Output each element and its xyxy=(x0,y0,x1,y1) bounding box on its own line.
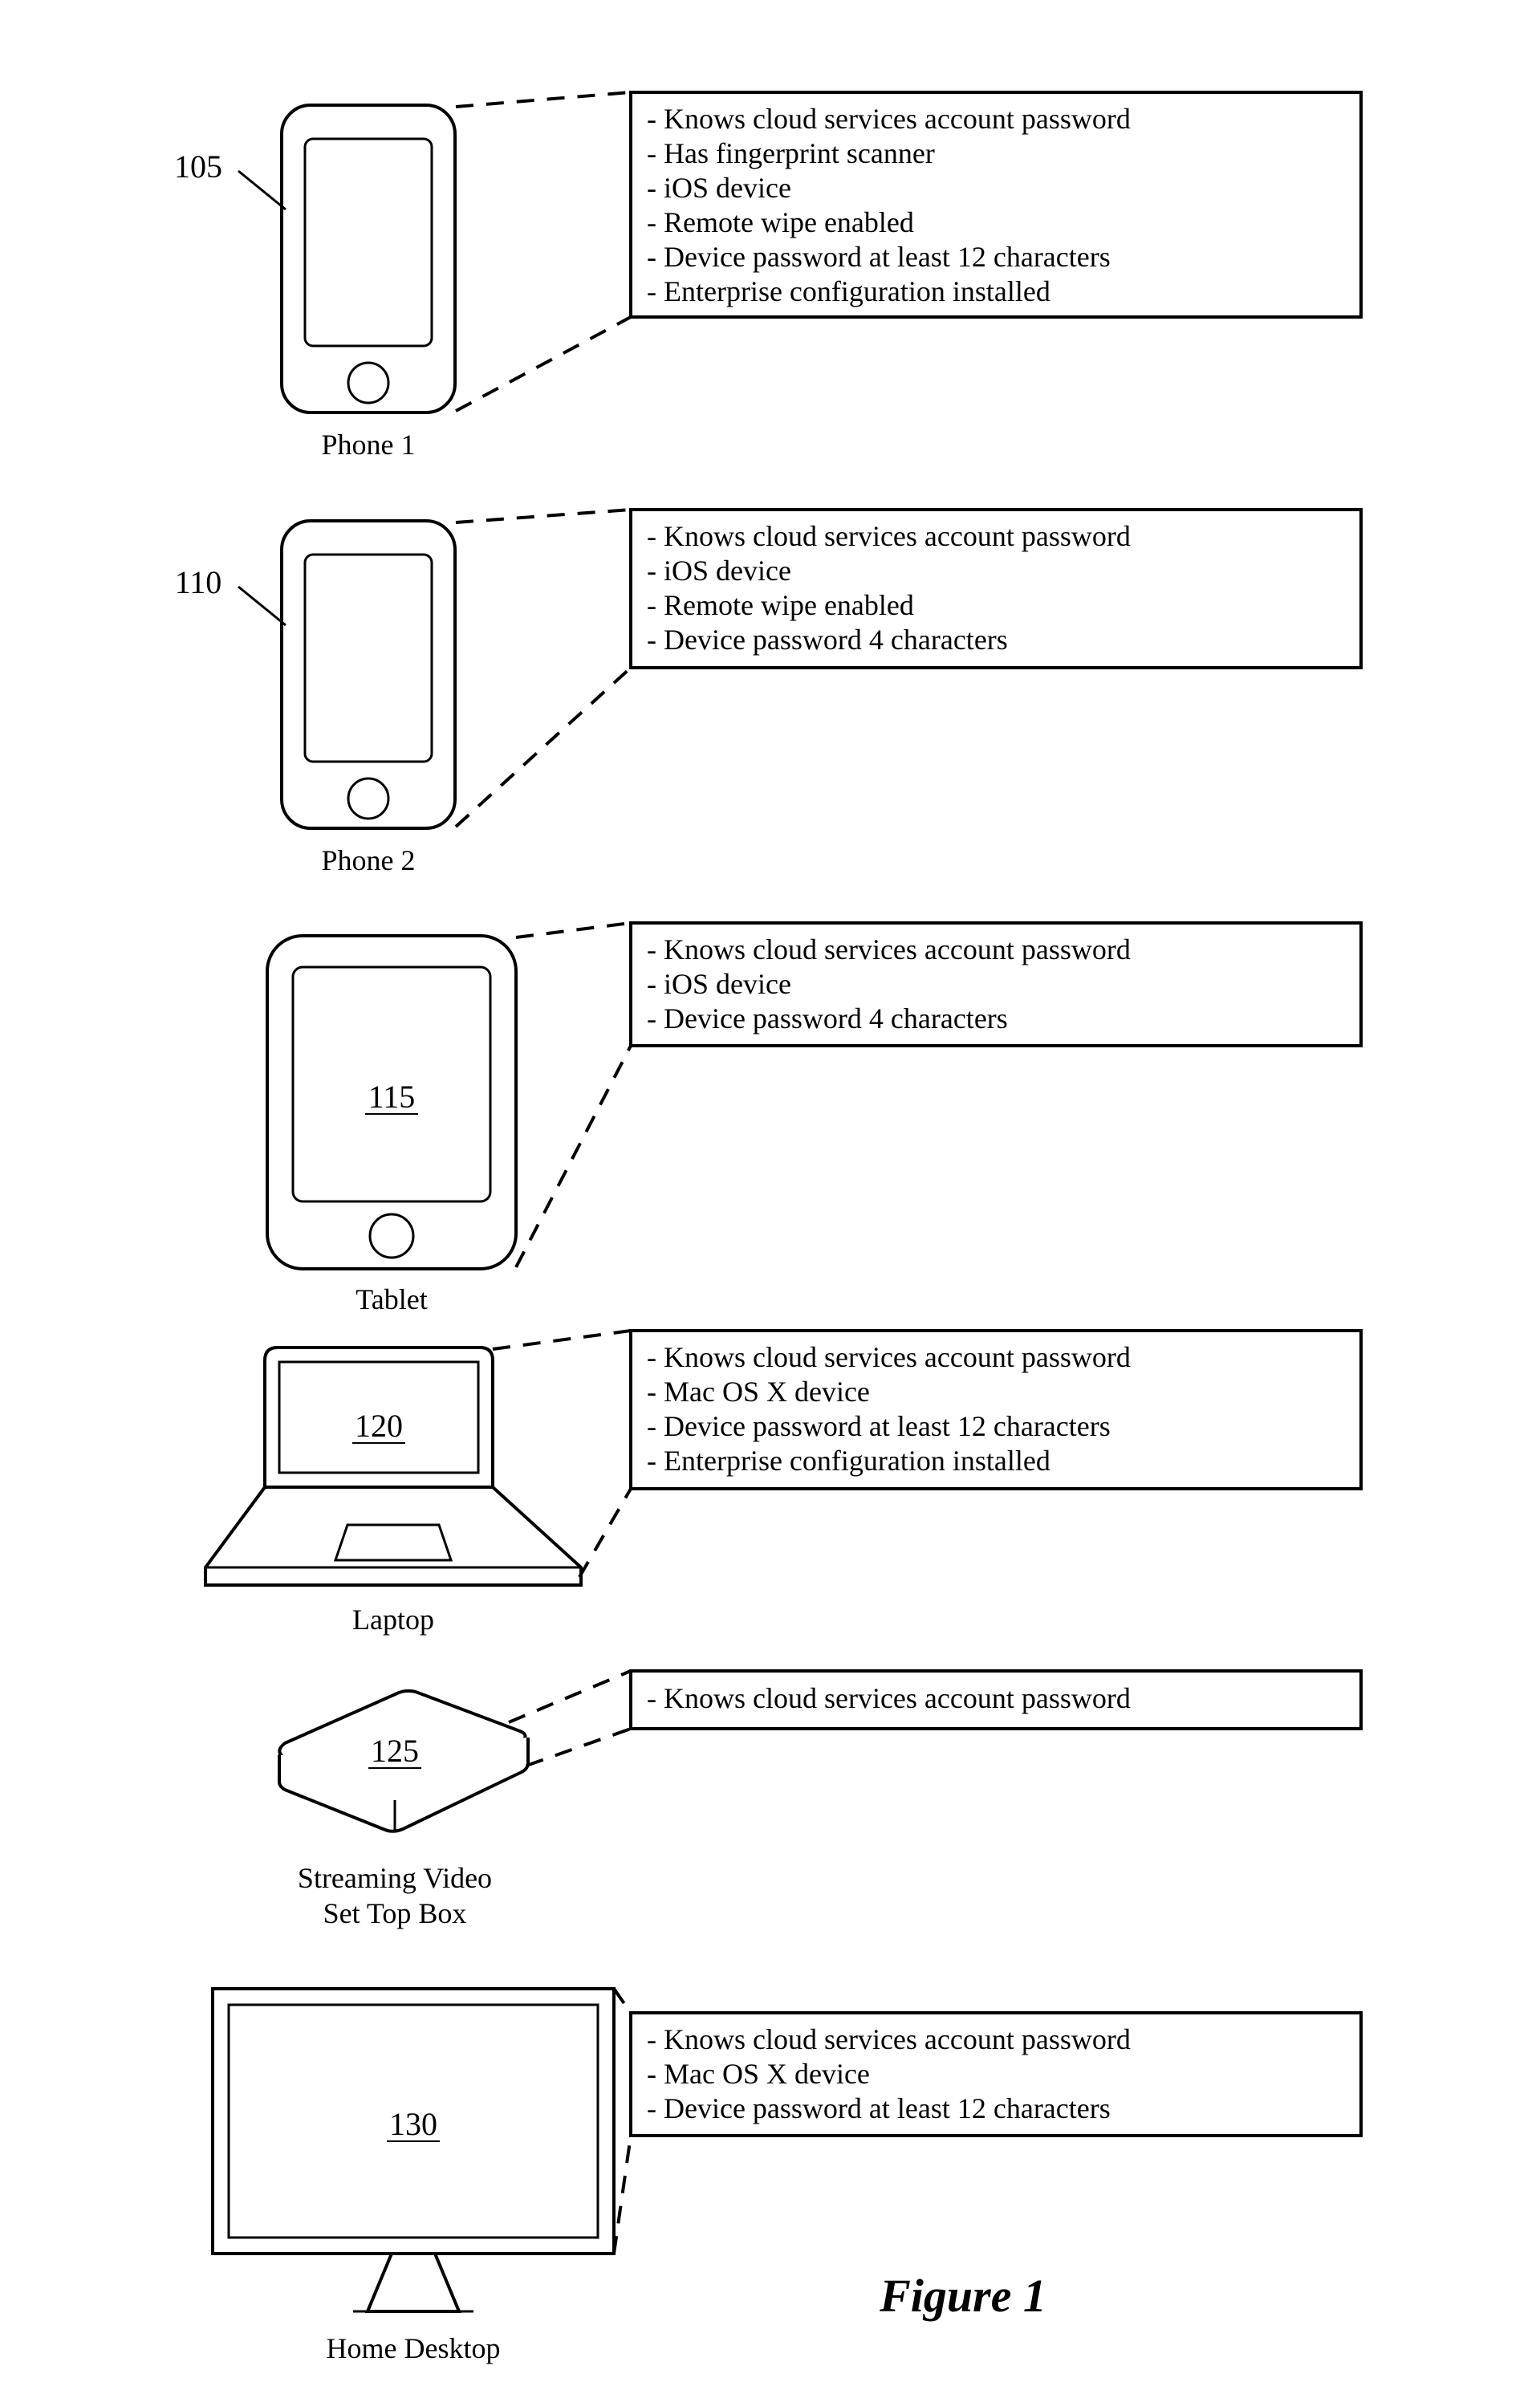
svg-text:- Device password at least 12: - Device password at least 12 characters xyxy=(647,2092,1111,2124)
figure-title: Figure 1 xyxy=(879,2270,1046,2322)
device-desktop: 130 Home Desktop xyxy=(213,1989,614,2364)
svg-text:- Knows cloud services account: - Knows cloud services account password xyxy=(647,2023,1131,2055)
svg-text:- iOS device: - iOS device xyxy=(647,968,791,1000)
device-phone2: Phone 2 110 xyxy=(175,521,455,876)
svg-text:- Mac OS X device: - Mac OS X device xyxy=(647,2058,870,2090)
svg-text:- Device password 4 characters: - Device password 4 characters xyxy=(647,624,1008,656)
laptop-label: Laptop xyxy=(352,1604,434,1636)
svg-text:- Knows cloud services account: - Knows cloud services account password xyxy=(647,1341,1131,1373)
svg-text:- Remote wipe enabled: - Remote wipe enabled xyxy=(647,206,914,238)
desktop-label: Home Desktop xyxy=(327,2332,501,2364)
phone1-callout: - Knows cloud services account password … xyxy=(631,92,1361,317)
device-tablet: 115 Tablet xyxy=(267,936,516,1315)
svg-text:- iOS device: - iOS device xyxy=(647,172,791,204)
svg-text:- Knows cloud services account: - Knows cloud services account password xyxy=(647,1682,1131,1714)
tablet-callout: - Knows cloud services account password … xyxy=(631,923,1361,1046)
device-phone1: Phone 1 105 xyxy=(174,105,455,461)
settop-label-2: Set Top Box xyxy=(323,1897,467,1929)
svg-text:- Device password 4 characters: - Device password 4 characters xyxy=(647,1002,1008,1035)
device-settop: 125 Streaming Video Set Top Box xyxy=(279,1691,528,1929)
settop-callout: - Knows cloud services account password xyxy=(631,1671,1361,1729)
svg-text:- Mac OS X device: - Mac OS X device xyxy=(647,1376,870,1408)
laptop-callout: - Knows cloud services account password … xyxy=(631,1331,1361,1489)
svg-text:- Knows cloud services account: - Knows cloud services account password xyxy=(647,933,1131,965)
device-laptop: 120 Laptop xyxy=(205,1347,581,1636)
phone1-ref: 105 xyxy=(174,148,222,185)
tablet-label: Tablet xyxy=(356,1283,427,1315)
phone2-label: Phone 2 xyxy=(322,844,416,876)
svg-text:- Device password at least 12: - Device password at least 12 characters xyxy=(647,1410,1111,1442)
desktop-ref: 130 xyxy=(389,2106,437,2142)
svg-text:- Enterprise configuration ins: - Enterprise configuration installed xyxy=(647,1445,1050,1477)
settop-label-1: Streaming Video xyxy=(298,1862,492,1894)
svg-text:- Device password at least 12: - Device password at least 12 characters xyxy=(647,241,1111,273)
phone1-label: Phone 1 xyxy=(322,429,416,461)
phone2-callout: - Knows cloud services account password … xyxy=(631,510,1361,668)
desktop-callout: - Knows cloud services account password … xyxy=(631,2013,1361,2136)
svg-text:- Knows cloud services account: - Knows cloud services account password xyxy=(647,103,1131,135)
laptop-ref: 120 xyxy=(355,1408,403,1444)
svg-text:- Knows cloud services account: - Knows cloud services account password xyxy=(647,520,1131,552)
svg-text:- Has fingerprint scanner: - Has fingerprint scanner xyxy=(647,137,935,169)
settop-ref: 125 xyxy=(371,1733,419,1769)
tablet-ref: 115 xyxy=(368,1079,416,1115)
patent-figure: Phone 1 105 - Knows cloud services accou… xyxy=(0,0,1540,2382)
phone2-ref: 110 xyxy=(175,564,222,600)
svg-text:- Remote wipe enabled: - Remote wipe enabled xyxy=(647,589,914,621)
svg-text:- Enterprise configuration ins: - Enterprise configuration installed xyxy=(647,275,1050,307)
svg-text:- iOS device: - iOS device xyxy=(647,555,791,587)
